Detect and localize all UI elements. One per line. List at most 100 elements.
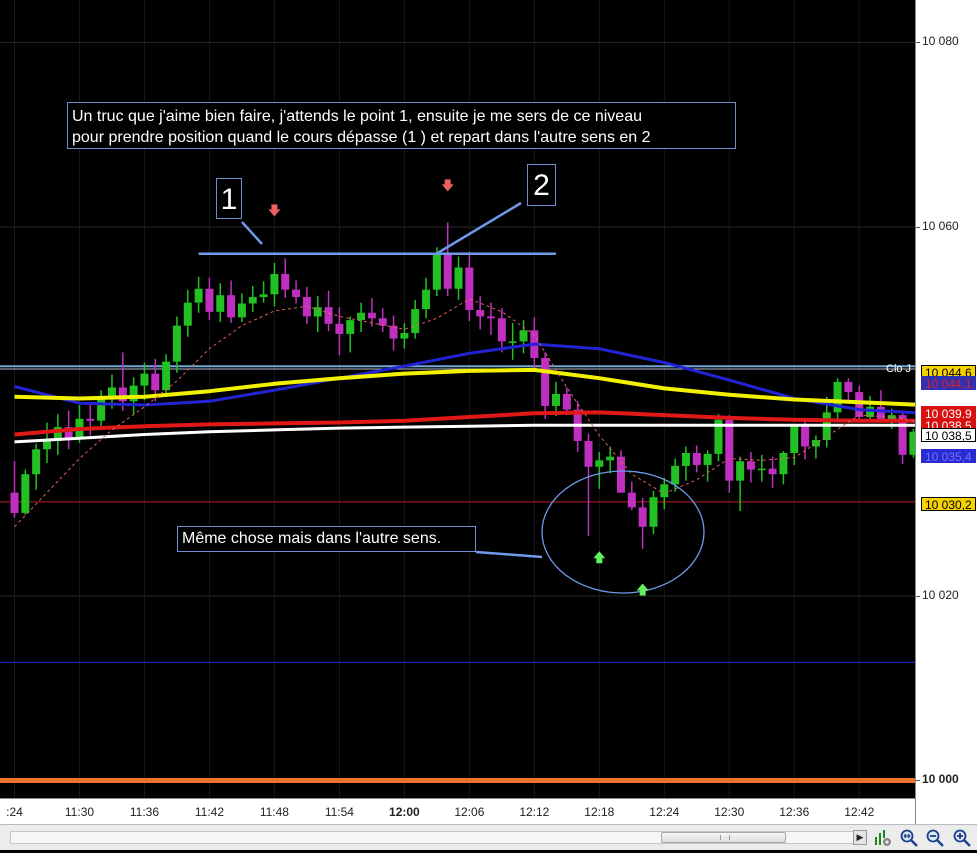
price-axis[interactable]: 10 080 10 060 10 020 10 000 10 044,6 10 044,1… — [915, 0, 977, 850]
ma-short-dashed — [14, 298, 915, 528]
ma-yellow — [14, 367, 915, 407]
chart-settings-icon[interactable] — [873, 828, 893, 848]
candle-body — [183, 302, 192, 326]
candle-body — [746, 461, 755, 470]
candle-body — [855, 392, 864, 417]
candle-body — [422, 289, 431, 310]
zoom-out-icon[interactable] — [925, 828, 945, 848]
candle-body — [584, 440, 593, 467]
annotation-bottom-connector — [475, 550, 543, 559]
y-tick-label: 10 000 — [922, 772, 959, 787]
price-tag: 10 044,1 — [921, 376, 976, 391]
candle-body — [140, 373, 149, 386]
y-tick-label: 10 020 — [922, 587, 959, 602]
y-tick-mark — [916, 226, 920, 228]
sell-arrow-icon — [268, 204, 281, 217]
x-tick-label: 12:06 — [454, 805, 485, 819]
candle-body — [649, 497, 658, 527]
candle-body — [736, 461, 745, 481]
candle-body — [768, 468, 777, 475]
price-tag: 10 038,5 — [921, 428, 976, 443]
horizontal-scrollbar[interactable] — [10, 831, 865, 844]
candle-body — [172, 325, 181, 362]
candle-body — [151, 373, 160, 391]
clo-j-label: Clo J — [886, 363, 912, 375]
x-tick-label: 12:24 — [649, 805, 680, 819]
sell-arrow-icon — [441, 179, 454, 192]
candle-body — [497, 318, 506, 342]
candle-body — [671, 465, 680, 485]
candle-body — [248, 297, 257, 304]
annotation-1-connector — [241, 221, 263, 245]
candle-body — [627, 492, 636, 508]
x-tick-label: 12:36 — [779, 805, 810, 819]
candle-body — [725, 419, 734, 481]
candle-body — [660, 484, 669, 498]
candle-body — [779, 452, 788, 475]
time-axis[interactable]: :24 11:30 11:36 11:42 11:48 11:54 12:00 12:06 12… — [0, 798, 915, 824]
candle-body — [313, 307, 322, 317]
candle-body — [42, 440, 51, 450]
candle-body — [281, 273, 290, 290]
candle-body — [519, 330, 528, 342]
x-tick-label: 11:42 — [194, 805, 225, 819]
x-tick-label: 12:18 — [584, 805, 615, 819]
chart-plot-area[interactable]: Un truc que j'aime bien faire, j'attends… — [0, 0, 915, 798]
candle-body — [10, 492, 19, 513]
candle-body — [194, 288, 203, 303]
ma-blue — [14, 342, 915, 415]
candle-body — [692, 452, 701, 465]
candle-body — [270, 273, 279, 295]
y-tick-mark — [916, 780, 920, 782]
annotation-bottom-text[interactable]: Même chose mais dans l'autre sens. — [177, 526, 476, 552]
ma-red — [14, 410, 915, 437]
candle-body — [411, 309, 420, 334]
candle-body — [205, 288, 214, 312]
price-tag: 10 035,4 — [921, 449, 976, 464]
candle-body — [259, 294, 268, 298]
candle-body — [237, 303, 246, 318]
scrollbar-grip-icon — [720, 835, 730, 840]
candle-body — [562, 393, 571, 410]
candle-body — [476, 309, 485, 317]
candle-body — [32, 449, 41, 475]
zoom-in-icon[interactable] — [952, 828, 972, 848]
buy-arrow-icon — [593, 551, 606, 564]
candle-body — [541, 357, 550, 406]
candle-body — [465, 267, 474, 310]
buy-arrow-icon — [636, 583, 649, 596]
scrollbar-thumb[interactable] — [661, 832, 786, 843]
x-tick-label: 12:12 — [519, 805, 550, 819]
x-tick-label: 11:54 — [324, 805, 354, 819]
zoom-auto-icon[interactable] — [899, 828, 919, 848]
candle-body — [162, 361, 171, 391]
annotation-point-2[interactable]: 2 — [527, 164, 556, 206]
bottom-toolbar: ▶ — [0, 824, 977, 850]
candle-body — [21, 474, 30, 513]
annotation-point-1[interactable]: 1 — [216, 178, 242, 219]
candle-body — [443, 252, 452, 289]
candle-body — [844, 381, 853, 393]
candle-body — [801, 426, 810, 447]
candle-body — [346, 320, 355, 334]
x-tick-label: 11:30 — [64, 805, 95, 819]
candle-body — [876, 406, 885, 420]
candle-body — [703, 453, 712, 465]
candle-body — [790, 426, 799, 453]
x-tick-label: 12:42 — [844, 805, 875, 819]
candle-body — [227, 295, 236, 318]
annotation-main-line-2: pour prendre position quand le cours dép… — [72, 129, 651, 146]
candle-body — [552, 393, 560, 406]
scroll-right-icon[interactable]: ▶ — [853, 830, 867, 845]
candle-body — [757, 468, 766, 471]
candle-body — [638, 507, 647, 527]
candle-body — [595, 460, 604, 467]
annotation-main-text[interactable]: Un truc que j'aime bien faire, j'attends… — [67, 102, 736, 149]
y-tick-label: 10 060 — [922, 218, 959, 233]
candle-body — [216, 295, 225, 312]
candle-body — [606, 456, 615, 461]
candle-body — [487, 316, 496, 319]
candle-body — [508, 341, 517, 343]
x-tick-label: 11:36 — [129, 805, 160, 819]
y-tick-mark — [916, 42, 920, 44]
